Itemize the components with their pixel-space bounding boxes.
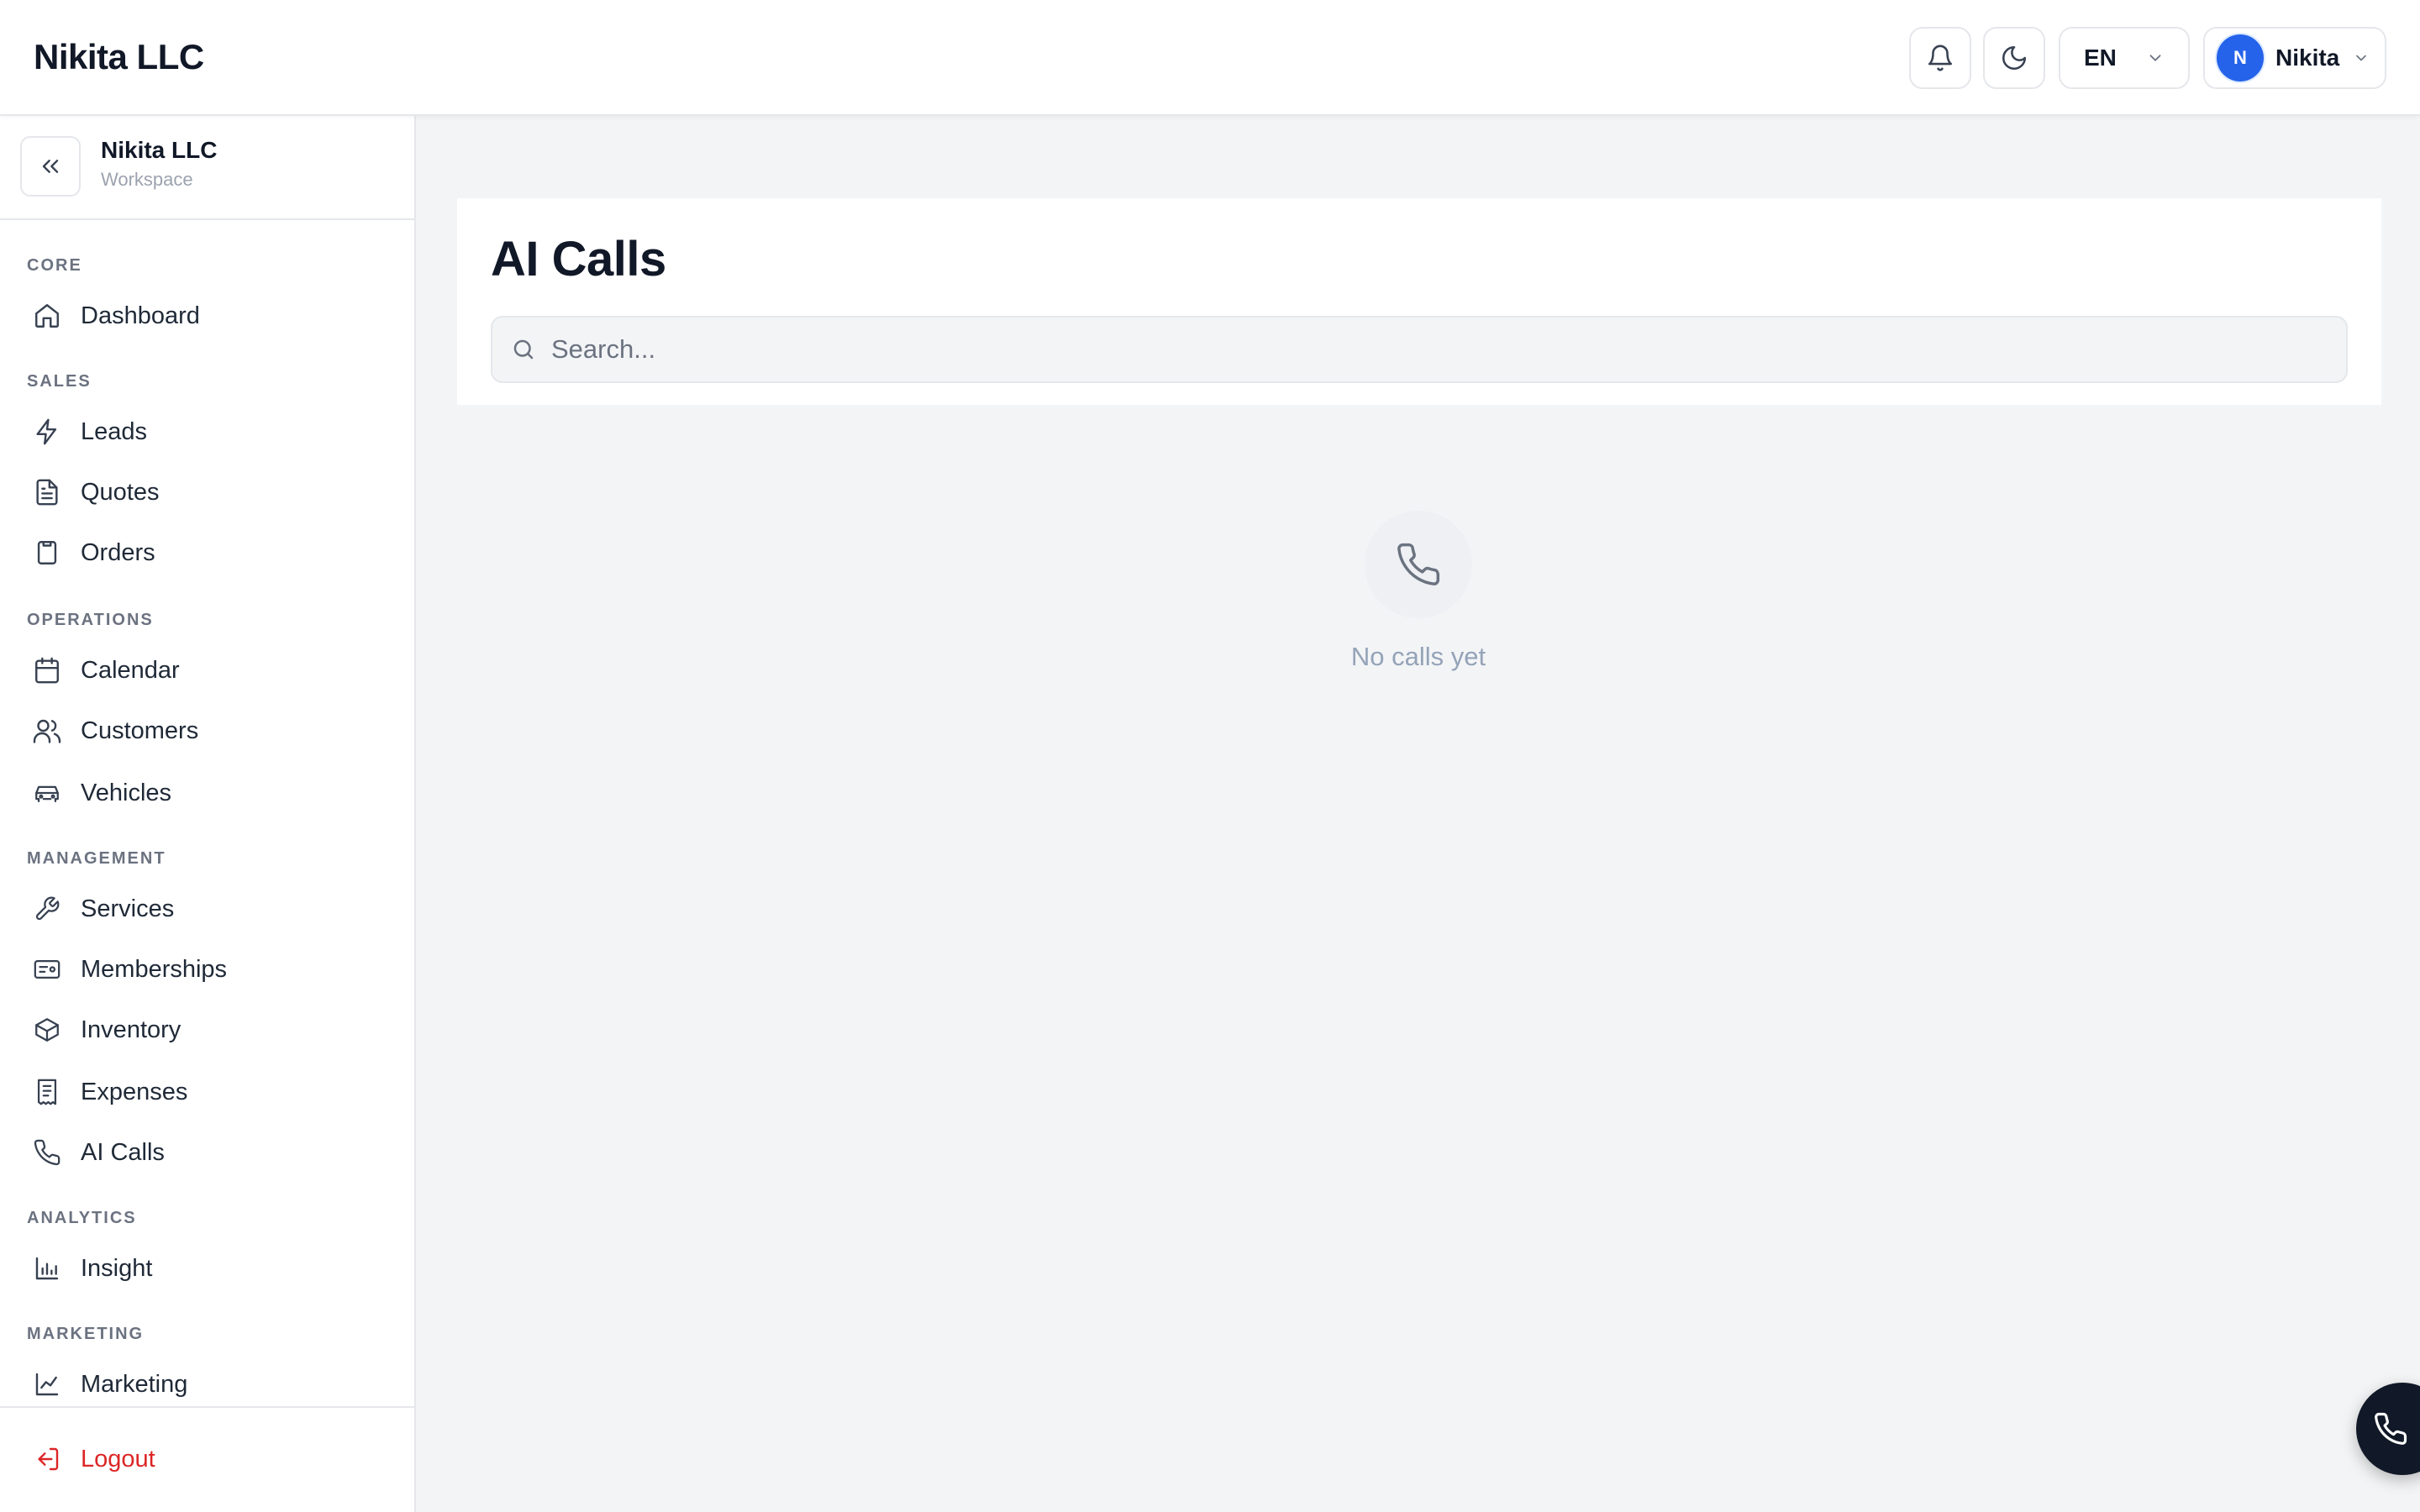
users-icon	[24, 704, 71, 758]
sidebar-item-memberships[interactable]: Memberships	[20, 942, 395, 996]
chevron-down-icon	[2146, 49, 2165, 67]
page-title: AI Calls	[491, 232, 666, 286]
sidebar-item-calendar[interactable]: Calendar	[20, 643, 395, 697]
sidebar-item-label: Quotes	[81, 479, 160, 506]
section-label-operations: OPERATIONS	[27, 611, 154, 629]
user-name: Nikita	[2275, 45, 2340, 71]
page-header-card: AI Calls	[457, 198, 2381, 405]
workspace-header: Nikita LLC Workspace	[0, 116, 414, 220]
workspace-name: Nikita LLC	[101, 137, 218, 163]
home-icon	[24, 289, 71, 343]
phone-icon	[2373, 1411, 2408, 1446]
collapse-sidebar-button[interactable]	[20, 136, 81, 197]
sidebar-item-label: Memberships	[81, 956, 228, 983]
logout-button[interactable]: Logout	[20, 1432, 395, 1486]
line-chart-icon	[24, 1357, 71, 1411]
user-menu-button[interactable]: N Nikita	[2203, 27, 2386, 89]
search-input[interactable]	[551, 334, 2316, 365]
sidebar-item-label: Orders	[81, 539, 155, 566]
section-label-marketing: MARKETING	[27, 1325, 145, 1343]
sidebar-item-inventory[interactable]: Inventory	[20, 1003, 395, 1057]
avatar: N	[2217, 34, 2264, 81]
section-label-core: CORE	[27, 256, 82, 275]
sidebar-item-customers[interactable]: Customers	[20, 704, 395, 758]
sidebar-item-label: Services	[81, 895, 175, 922]
id-card-icon	[24, 942, 71, 996]
sidebar-item-label: Leads	[81, 418, 148, 445]
phone-icon	[24, 1126, 71, 1179]
section-label-management: MANAGEMENT	[27, 849, 166, 868]
sidebar-item-orders[interactable]: Orders	[20, 526, 395, 580]
bar-chart-icon	[24, 1242, 71, 1295]
document-icon	[24, 465, 71, 519]
sidebar-item-dashboard[interactable]: Dashboard	[20, 289, 395, 343]
section-label-analytics: ANALYTICS	[27, 1209, 137, 1227]
empty-state-text: No calls yet	[1350, 642, 1486, 671]
empty-state-phone-icon	[1365, 511, 1472, 618]
section-label-sales: SALES	[27, 372, 92, 391]
sidebar-item-label: Inventory	[81, 1016, 182, 1043]
sidebar-item-label: Dashboard	[81, 302, 200, 329]
lightning-icon	[24, 405, 71, 459]
sidebar-item-label: Marketing	[81, 1371, 188, 1398]
logout-label: Logout	[81, 1446, 155, 1473]
search-box[interactable]	[491, 316, 2348, 383]
notifications-button[interactable]	[1909, 27, 1971, 89]
bell-icon	[1926, 44, 1954, 72]
workspace-subtitle: Workspace	[101, 169, 193, 190]
sidebar-item-insight[interactable]: Insight	[20, 1242, 395, 1295]
wrench-icon	[24, 882, 71, 936]
sidebar-item-services[interactable]: Services	[20, 882, 395, 936]
sidebar-item-label: Vehicles	[81, 780, 172, 806]
moon-icon	[2000, 44, 2028, 72]
sidebar-item-label: Insight	[81, 1255, 153, 1282]
brand-name: Nikita LLC	[34, 37, 204, 76]
chevron-down-icon	[2353, 50, 2370, 66]
sidebar-item-quotes[interactable]: Quotes	[20, 465, 395, 519]
sidebar-item-label: Expenses	[81, 1079, 188, 1105]
sidebar-item-label: AI Calls	[81, 1139, 165, 1166]
theme-toggle-button[interactable]	[1983, 27, 2045, 89]
sidebar-item-expenses[interactable]: Expenses	[20, 1065, 395, 1119]
sidebar: Nikita LLC Workspace CORE Dashboard SALE…	[0, 116, 416, 1512]
calendar-icon	[24, 643, 71, 697]
sidebar-item-label: Customers	[81, 717, 199, 744]
sidebar-item-ai-calls[interactable]: AI Calls	[20, 1126, 395, 1179]
sidebar-item-leads[interactable]: Leads	[20, 405, 395, 459]
car-icon	[24, 766, 71, 820]
logout-icon	[24, 1432, 71, 1486]
box-icon	[24, 1003, 71, 1057]
chevrons-left-icon	[37, 153, 64, 180]
language-select[interactable]: EN	[2059, 27, 2190, 89]
call-fab-button[interactable]	[2356, 1383, 2420, 1475]
sidebar-footer: Logout	[0, 1406, 414, 1512]
sidebar-item-vehicles[interactable]: Vehicles	[20, 766, 395, 820]
language-value: EN	[2084, 45, 2117, 71]
receipt-icon	[24, 1065, 71, 1119]
top-bar: Nikita LLC EN N Nikita	[0, 0, 2420, 116]
clipboard-icon	[24, 526, 71, 580]
sidebar-item-marketing[interactable]: Marketing	[20, 1357, 395, 1411]
search-icon	[511, 337, 536, 362]
sidebar-item-label: Calendar	[81, 657, 180, 684]
